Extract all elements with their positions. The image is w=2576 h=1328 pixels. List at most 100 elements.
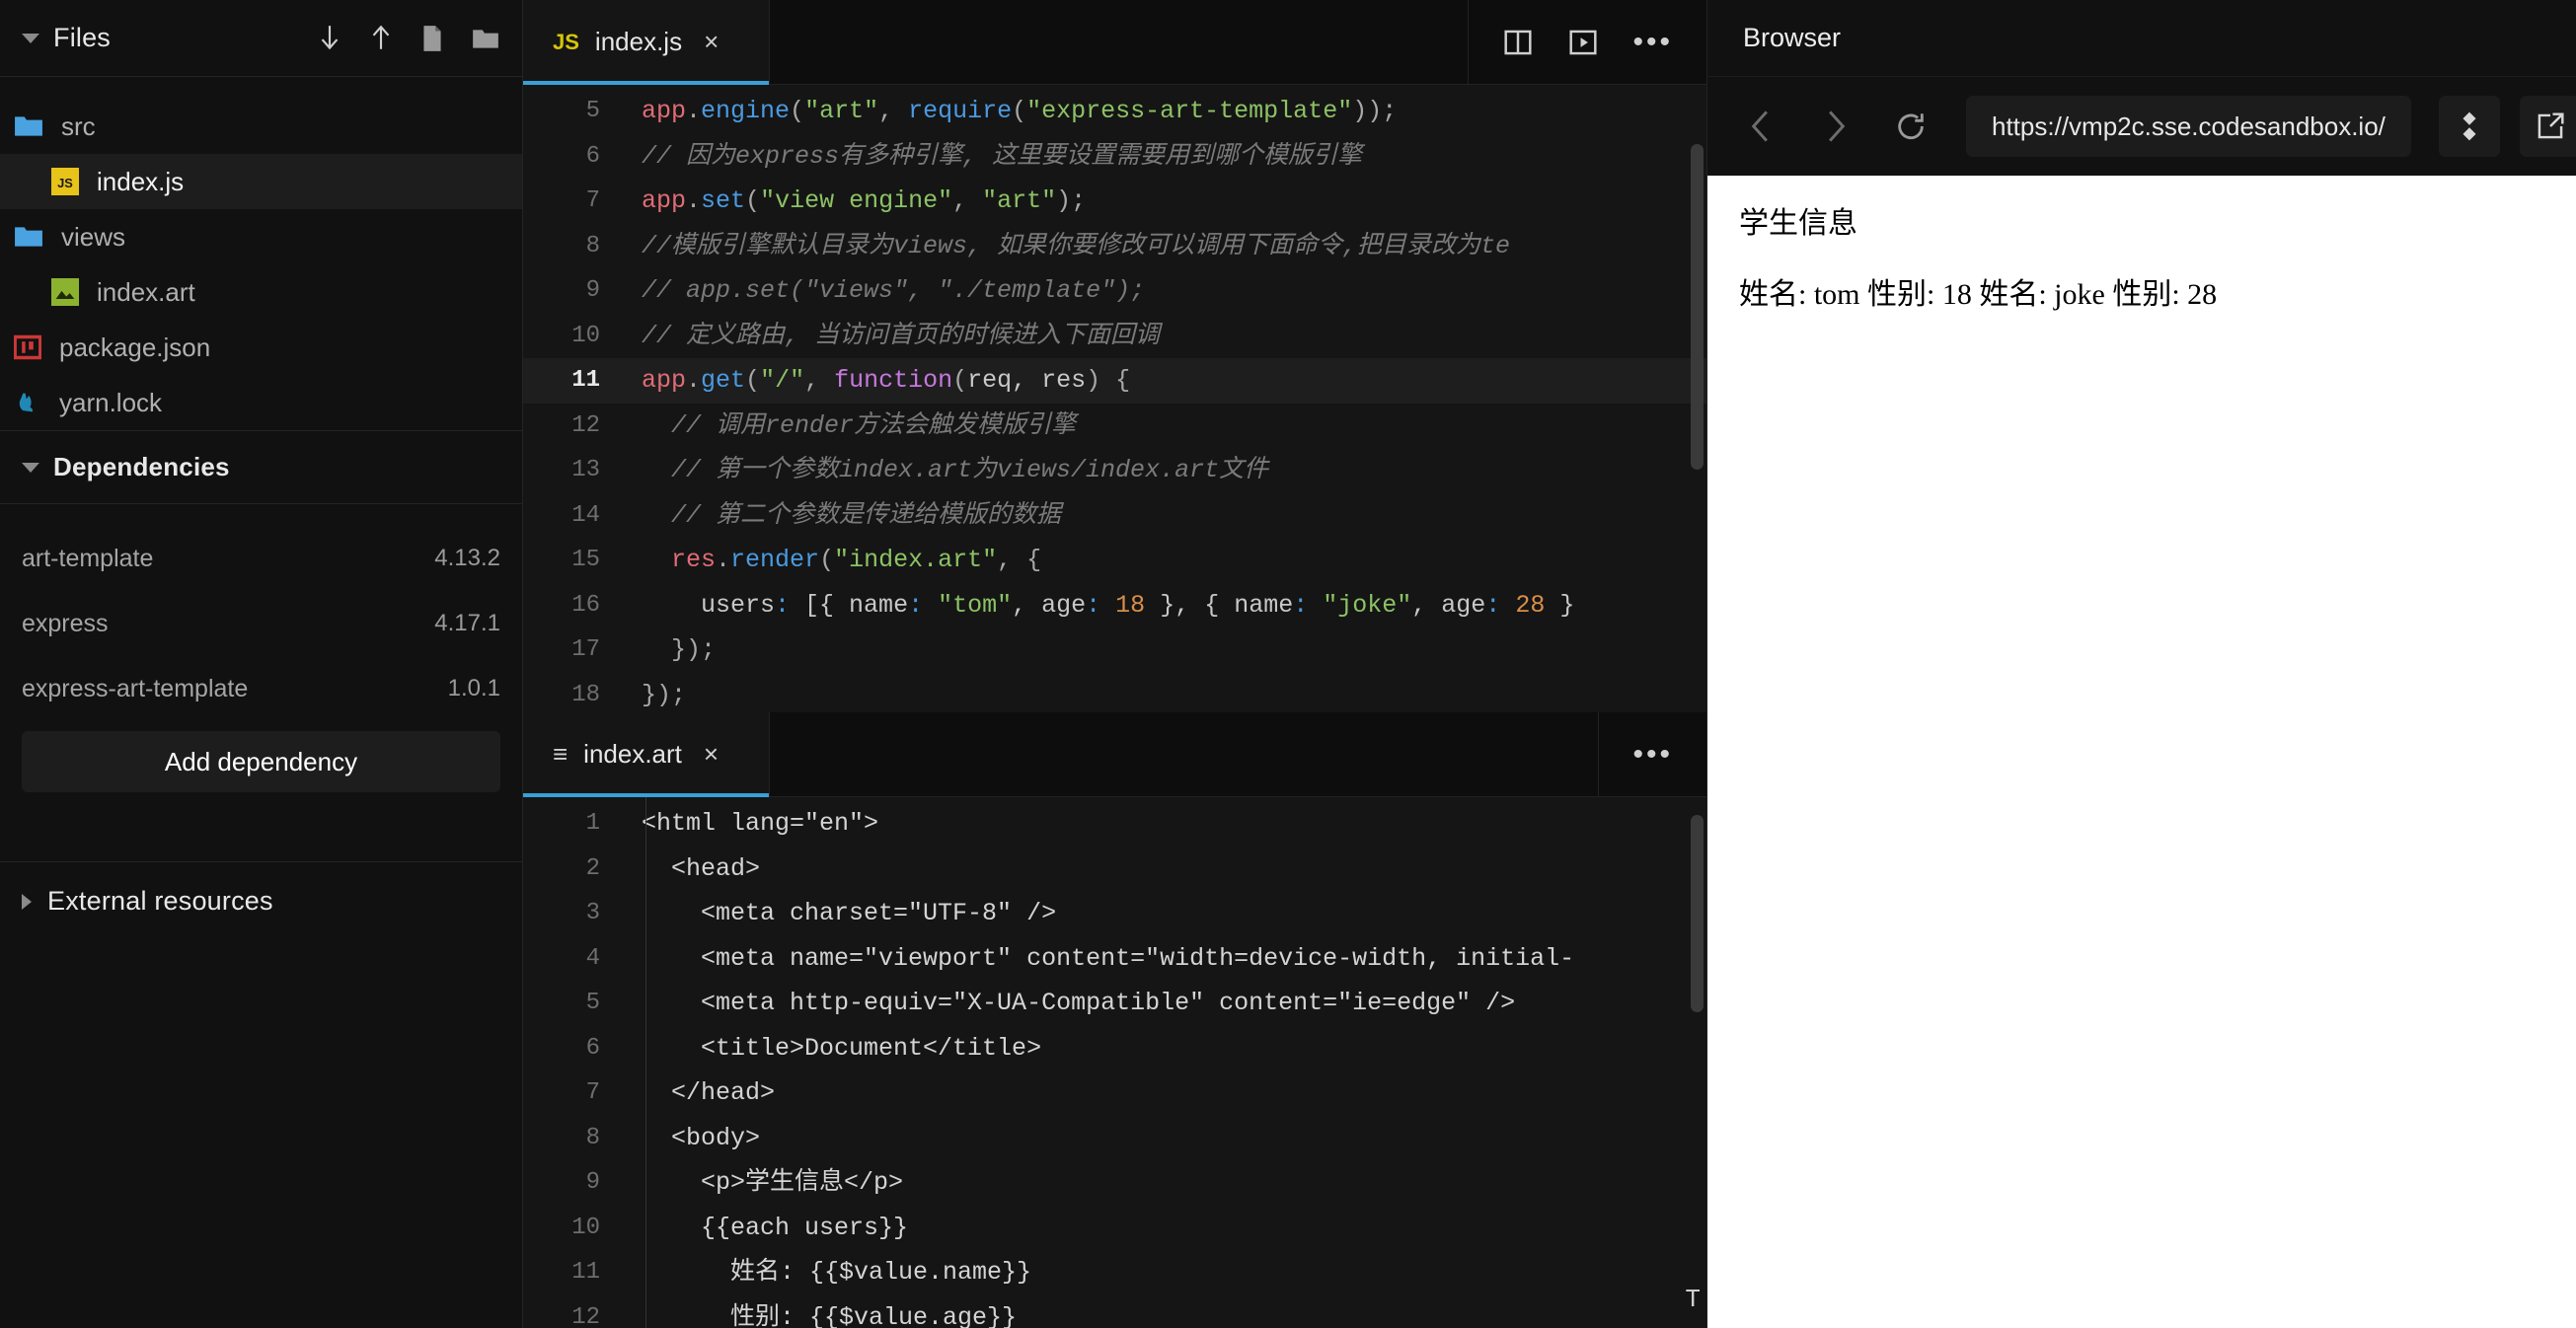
line-number: 9	[585, 1169, 600, 1196]
more-options-icon[interactable]: •••	[1632, 27, 1673, 57]
line-number: 11	[571, 1259, 600, 1286]
dependency-row[interactable]: express-art-template 1.0.1	[0, 656, 522, 721]
add-dependency-button[interactable]: Add dependency	[22, 731, 500, 792]
js-file-icon: JS	[553, 29, 579, 54]
line-number: 12	[571, 411, 600, 439]
code-line: 6 <title>Document</title>	[523, 1026, 1706, 1071]
code-line: 10 // 定义路由, 当访问首页的时候进入下面回调	[523, 314, 1706, 359]
js-file-icon: JS	[51, 168, 79, 195]
code-line-text: // 第二个参数是传递给模版的数据	[642, 500, 1062, 530]
editor-scrollbar-top[interactable]	[1691, 144, 1704, 470]
editor-tabbar-bottom: ≡ index.art × •••	[523, 712, 1706, 797]
code-line-text: app.engine("art", require("express-art-t…	[642, 97, 1398, 125]
codesandbox-logo-icon[interactable]	[2438, 96, 2500, 157]
code-line-text: users: [{ name: "tom", age: 18 }, { name…	[642, 590, 1575, 620]
files-panel-header: Files	[0, 0, 522, 77]
code-line-text: res.render("index.art", {	[671, 546, 1042, 574]
code-line: 14 // 第二个参数是传递给模版的数据	[523, 493, 1706, 539]
line-number: 7	[585, 187, 600, 214]
split-pane-icon[interactable]	[1502, 27, 1534, 58]
code-line: 4 <meta name="viewport" content="width=d…	[523, 936, 1706, 982]
tree-item-index-art[interactable]: index.art	[0, 264, 522, 320]
tree-item-label: src	[61, 111, 96, 141]
code-line: 15 res.render("index.art", {	[523, 538, 1706, 583]
line-number: 13	[571, 457, 600, 483]
code-line: 17 });	[523, 627, 1706, 673]
download-icon[interactable]	[317, 24, 342, 53]
dependencies-list: art-template 4.13.2 express 4.17.1 expre…	[0, 504, 522, 861]
code-line-text: </head>	[642, 1078, 776, 1107]
dependency-row[interactable]: express 4.17.1	[0, 591, 522, 656]
browser-preview-content: 学生信息 姓名: tom 性别: 18 姓名: joke 性别: 28	[1707, 176, 2576, 1328]
line-number: 3	[585, 900, 600, 926]
external-resources-expand-triangle-icon[interactable]	[22, 893, 32, 910]
line-number: 5	[585, 990, 600, 1016]
upload-icon[interactable]	[368, 24, 394, 53]
folder-icon	[15, 227, 42, 247]
code-area-index-js[interactable]: 5 app.engine("art", require("express-art-…	[523, 85, 1706, 712]
files-collapse-triangle-icon[interactable]	[22, 33, 39, 43]
tab-index-art[interactable]: ≡ index.art ×	[523, 712, 770, 797]
npm-file-icon	[14, 334, 41, 360]
code-line-text: <meta name="viewport" content="width=dev…	[642, 943, 1575, 973]
open-external-icon[interactable]	[2519, 96, 2576, 157]
dependencies-collapse-triangle-icon[interactable]	[22, 462, 39, 473]
code-line: 7 app.set("view engine", "art");	[523, 179, 1706, 224]
dependency-version: 1.0.1	[447, 675, 500, 701]
code-line: 2 <head>	[523, 847, 1706, 892]
close-icon[interactable]: ×	[704, 27, 719, 57]
line-number: 18	[571, 681, 600, 708]
forward-icon[interactable]	[1808, 99, 1863, 154]
dependency-row[interactable]: art-template 4.13.2	[0, 526, 522, 591]
preview-pane-icon[interactable]	[1567, 27, 1599, 58]
external-resources-header[interactable]: External resources	[0, 861, 522, 940]
code-line: 11 姓名: {{$value.name}}	[523, 1250, 1706, 1295]
reload-icon[interactable]	[1883, 99, 1938, 154]
tree-item-package-json[interactable]: package.json	[0, 320, 522, 375]
line-number: 7	[585, 1079, 600, 1106]
code-line: 5 <meta http-equiv="X-UA-Compatible" con…	[523, 981, 1706, 1026]
more-options-icon[interactable]: •••	[1632, 739, 1673, 770]
url-input[interactable]: https://vmp2c.sse.codesandbox.io/	[1966, 96, 2411, 157]
code-line: 12 // 调用render方法会触发模版引擎	[523, 404, 1706, 449]
new-file-icon[interactable]	[419, 24, 445, 53]
dependency-name: art-template	[22, 544, 154, 572]
line-number: 14	[571, 501, 600, 529]
code-line: 3 <meta charset="UTF-8" />	[523, 891, 1706, 936]
tree-item-yarn-lock[interactable]: yarn.lock	[0, 375, 522, 430]
code-area-index-art[interactable]: T 1 <html lang="en"> 2 <head> 3 <meta chars…	[523, 797, 1706, 1328]
code-line: 10 {{each users}}	[523, 1206, 1706, 1251]
code-line: 8 //模版引擎默认目录为views, 如果你要修改可以调用下面命令,把目录改为t…	[523, 224, 1706, 269]
file-tree: src JS index.js views index.art package.…	[0, 77, 522, 431]
line-number: 11	[571, 367, 600, 394]
line-number: 2	[585, 854, 600, 882]
line-number: 8	[585, 232, 600, 259]
tabbar-empty-space	[770, 0, 1469, 84]
code-line: 9 // app.set("views", "./template");	[523, 268, 1706, 314]
code-line-text: <meta http-equiv="X-UA-Compatible" conte…	[642, 989, 1516, 1017]
dependency-name: express	[22, 609, 109, 637]
code-line-text: <meta charset="UTF-8" />	[642, 899, 1057, 927]
close-icon[interactable]: ×	[704, 739, 719, 770]
tree-item-src[interactable]: src	[0, 99, 522, 154]
new-folder-icon[interactable]	[471, 24, 500, 53]
line-number: 6	[585, 1034, 600, 1062]
folder-icon	[15, 116, 42, 136]
code-line: 12 性别: {{$value.age}}	[523, 1295, 1706, 1328]
preview-heading: 学生信息	[1739, 207, 1857, 240]
code-line: 11 app.get("/", function(req, res) {	[523, 358, 1706, 404]
code-line-text: <title>Document</title>	[642, 1033, 1042, 1063]
tree-item-index-js[interactable]: JS index.js	[0, 154, 522, 209]
editor-scrollbar-bottom[interactable]	[1691, 815, 1704, 1012]
tab-index-js[interactable]: JS index.js ×	[523, 0, 770, 85]
browser-panel: Browser https://vmp2c.sse.codesandbox.io…	[1707, 0, 2576, 1328]
line-number: 8	[585, 1124, 600, 1151]
code-line-text: <html lang="en">	[642, 809, 879, 838]
line-number: 1	[585, 810, 600, 837]
line-number: 10	[571, 1214, 600, 1241]
dependencies-panel-header: Dependencies	[0, 431, 522, 504]
editor-pane-index-art: ≡ index.art × ••• T 1 <html lang="en"> 2 <…	[523, 712, 1706, 1328]
code-line: 9 <p>学生信息</p>	[523, 1160, 1706, 1206]
back-icon[interactable]	[1733, 99, 1788, 154]
tree-item-views[interactable]: views	[0, 209, 522, 264]
